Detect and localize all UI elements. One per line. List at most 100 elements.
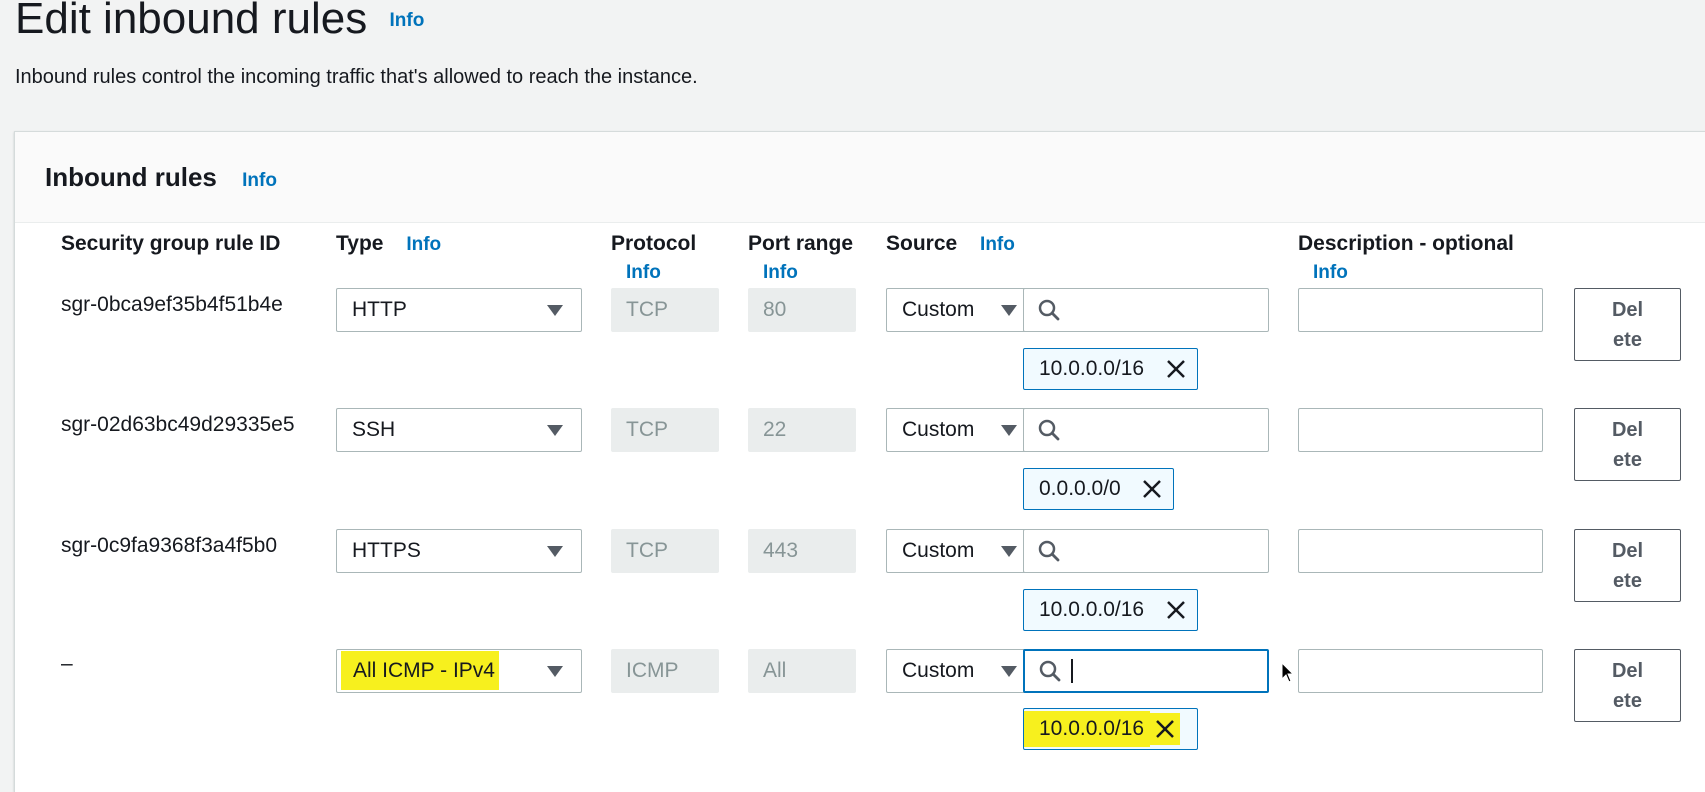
protocol-field: ICMP bbox=[611, 649, 719, 693]
close-icon[interactable] bbox=[1165, 358, 1187, 380]
panel-header: Inbound rules Info bbox=[15, 132, 1705, 223]
delete-button[interactable]: Del ete bbox=[1574, 408, 1681, 481]
cidr-token-label: 10.0.0.0/16 bbox=[1024, 711, 1151, 747]
cidr-token: 10.0.0.0/16 bbox=[1023, 348, 1198, 390]
chevron-down-icon bbox=[1001, 304, 1017, 316]
source-type-value: Custom bbox=[902, 539, 975, 562]
delete-button-label-line2: ete bbox=[1613, 690, 1642, 712]
chevron-down-icon bbox=[1001, 665, 1017, 677]
cidr-token: 0.0.0.0/0 bbox=[1023, 468, 1174, 510]
column-header-port-range-label: Port range bbox=[748, 232, 854, 255]
source-search-input[interactable] bbox=[1023, 288, 1269, 332]
column-header-source: Source Info bbox=[886, 232, 1015, 256]
port-range-field: 443 bbox=[748, 529, 856, 573]
delete-button-label-line2: ete bbox=[1613, 449, 1642, 471]
delete-button[interactable]: Del ete bbox=[1574, 529, 1681, 602]
protocol-field: TCP bbox=[611, 408, 719, 452]
text-cursor bbox=[1071, 659, 1073, 683]
port-range-info-link[interactable]: Info bbox=[763, 262, 878, 284]
close-icon[interactable] bbox=[1150, 713, 1181, 745]
column-header-description: Description - optional Info bbox=[1298, 232, 1514, 284]
description-input[interactable] bbox=[1298, 529, 1543, 573]
chevron-down-icon bbox=[547, 665, 563, 677]
column-header-type: Type Info bbox=[336, 232, 441, 256]
description-info-link[interactable]: Info bbox=[1313, 262, 1514, 284]
search-icon bbox=[1038, 540, 1060, 562]
chevron-down-icon bbox=[1001, 424, 1017, 436]
rule-id: sgr-0bca9ef35b4f51b4e bbox=[61, 293, 283, 316]
panel-title-text: Inbound rules bbox=[45, 162, 217, 192]
delete-button-label-line1: Del bbox=[1611, 660, 1644, 682]
type-select-value: SSH bbox=[352, 418, 396, 441]
cidr-token: 10.0.0.0/16 bbox=[1023, 708, 1198, 750]
source-search-input[interactable] bbox=[1023, 408, 1269, 452]
chevron-down-icon bbox=[547, 424, 563, 436]
rule-id: sgr-02d63bc49d29335e5 bbox=[61, 413, 295, 436]
port-range-field: All bbox=[748, 649, 856, 693]
type-select[interactable]: HTTPS bbox=[336, 529, 582, 573]
source-type-select[interactable]: Custom bbox=[886, 649, 1026, 693]
page-title-text: Edit inbound rules bbox=[15, 0, 368, 43]
page-title: Edit inbound rules Info bbox=[15, 0, 424, 46]
type-select-value: All ICMP - IPv4 bbox=[337, 651, 547, 690]
delete-button[interactable]: Del ete bbox=[1574, 649, 1681, 722]
search-icon bbox=[1038, 299, 1060, 321]
source-type-select[interactable]: Custom bbox=[886, 529, 1026, 573]
delete-button-label-line2: ete bbox=[1613, 570, 1642, 592]
column-header-protocol-label: Protocol bbox=[611, 232, 697, 255]
chevron-down-icon bbox=[547, 304, 563, 316]
type-info-link[interactable]: Info bbox=[406, 234, 441, 255]
delete-button-label-line2: ete bbox=[1613, 329, 1642, 351]
close-icon[interactable] bbox=[1165, 599, 1187, 621]
chevron-down-icon bbox=[1001, 545, 1017, 557]
search-icon bbox=[1039, 660, 1061, 682]
page-subtitle: Inbound rules control the incoming traff… bbox=[15, 66, 698, 88]
chevron-down-icon bbox=[547, 545, 563, 557]
column-header-description-label: Description - optional bbox=[1298, 232, 1514, 255]
cidr-token: 10.0.0.0/16 bbox=[1023, 589, 1198, 631]
type-select-value: HTTP bbox=[352, 298, 407, 321]
description-input[interactable] bbox=[1298, 649, 1543, 693]
type-select-highlight: All ICMP - IPv4 bbox=[341, 651, 499, 690]
description-input[interactable] bbox=[1298, 288, 1543, 332]
column-header-protocol: Protocol Info bbox=[611, 232, 741, 284]
type-select-value: HTTPS bbox=[352, 539, 421, 562]
delete-button[interactable]: Del ete bbox=[1574, 288, 1681, 361]
description-input[interactable] bbox=[1298, 408, 1543, 452]
type-select[interactable]: SSH bbox=[336, 408, 582, 452]
search-icon bbox=[1038, 419, 1060, 441]
source-search-input[interactable] bbox=[1023, 529, 1269, 573]
port-range-field: 80 bbox=[748, 288, 856, 332]
protocol-info-link[interactable]: Info bbox=[626, 262, 741, 284]
inbound-rules-panel: Inbound rules Info Security group rule I… bbox=[14, 131, 1705, 792]
column-header-rule-id: Security group rule ID bbox=[61, 232, 281, 255]
source-type-value: Custom bbox=[902, 659, 975, 682]
protocol-field: TCP bbox=[611, 529, 719, 573]
delete-button-label-line1: Del bbox=[1611, 299, 1644, 321]
type-select[interactable]: All ICMP - IPv4 bbox=[336, 649, 582, 693]
cidr-token-label: 10.0.0.0/16 bbox=[1039, 357, 1145, 380]
panel-title: Inbound rules Info bbox=[45, 162, 277, 193]
rule-id: – bbox=[61, 652, 73, 675]
mouse-pointer-icon bbox=[1281, 662, 1295, 683]
column-header-source-label: Source bbox=[886, 232, 958, 255]
source-type-select[interactable]: Custom bbox=[886, 408, 1026, 452]
rule-id: sgr-0c9fa9368f3a4f5b0 bbox=[61, 534, 277, 557]
type-select[interactable]: HTTP bbox=[336, 288, 582, 332]
page-title-info-link[interactable]: Info bbox=[389, 10, 424, 31]
close-icon[interactable] bbox=[1141, 478, 1163, 500]
delete-button-label-line1: Del bbox=[1611, 540, 1644, 562]
source-info-link[interactable]: Info bbox=[980, 234, 1015, 255]
delete-button-label-line1: Del bbox=[1611, 419, 1644, 441]
cidr-token-label: 0.0.0.0/0 bbox=[1039, 477, 1121, 500]
column-header-type-label: Type bbox=[336, 232, 384, 255]
column-header-port-range: Port range Info bbox=[748, 232, 878, 284]
source-type-value: Custom bbox=[902, 298, 975, 321]
source-type-value: Custom bbox=[902, 418, 975, 441]
source-search-input[interactable] bbox=[1023, 649, 1269, 693]
cidr-token-label: 10.0.0.0/16 bbox=[1039, 598, 1145, 621]
panel-title-info-link[interactable]: Info bbox=[242, 170, 277, 191]
source-type-select[interactable]: Custom bbox=[886, 288, 1026, 332]
port-range-field: 22 bbox=[748, 408, 856, 452]
protocol-field: TCP bbox=[611, 288, 719, 332]
